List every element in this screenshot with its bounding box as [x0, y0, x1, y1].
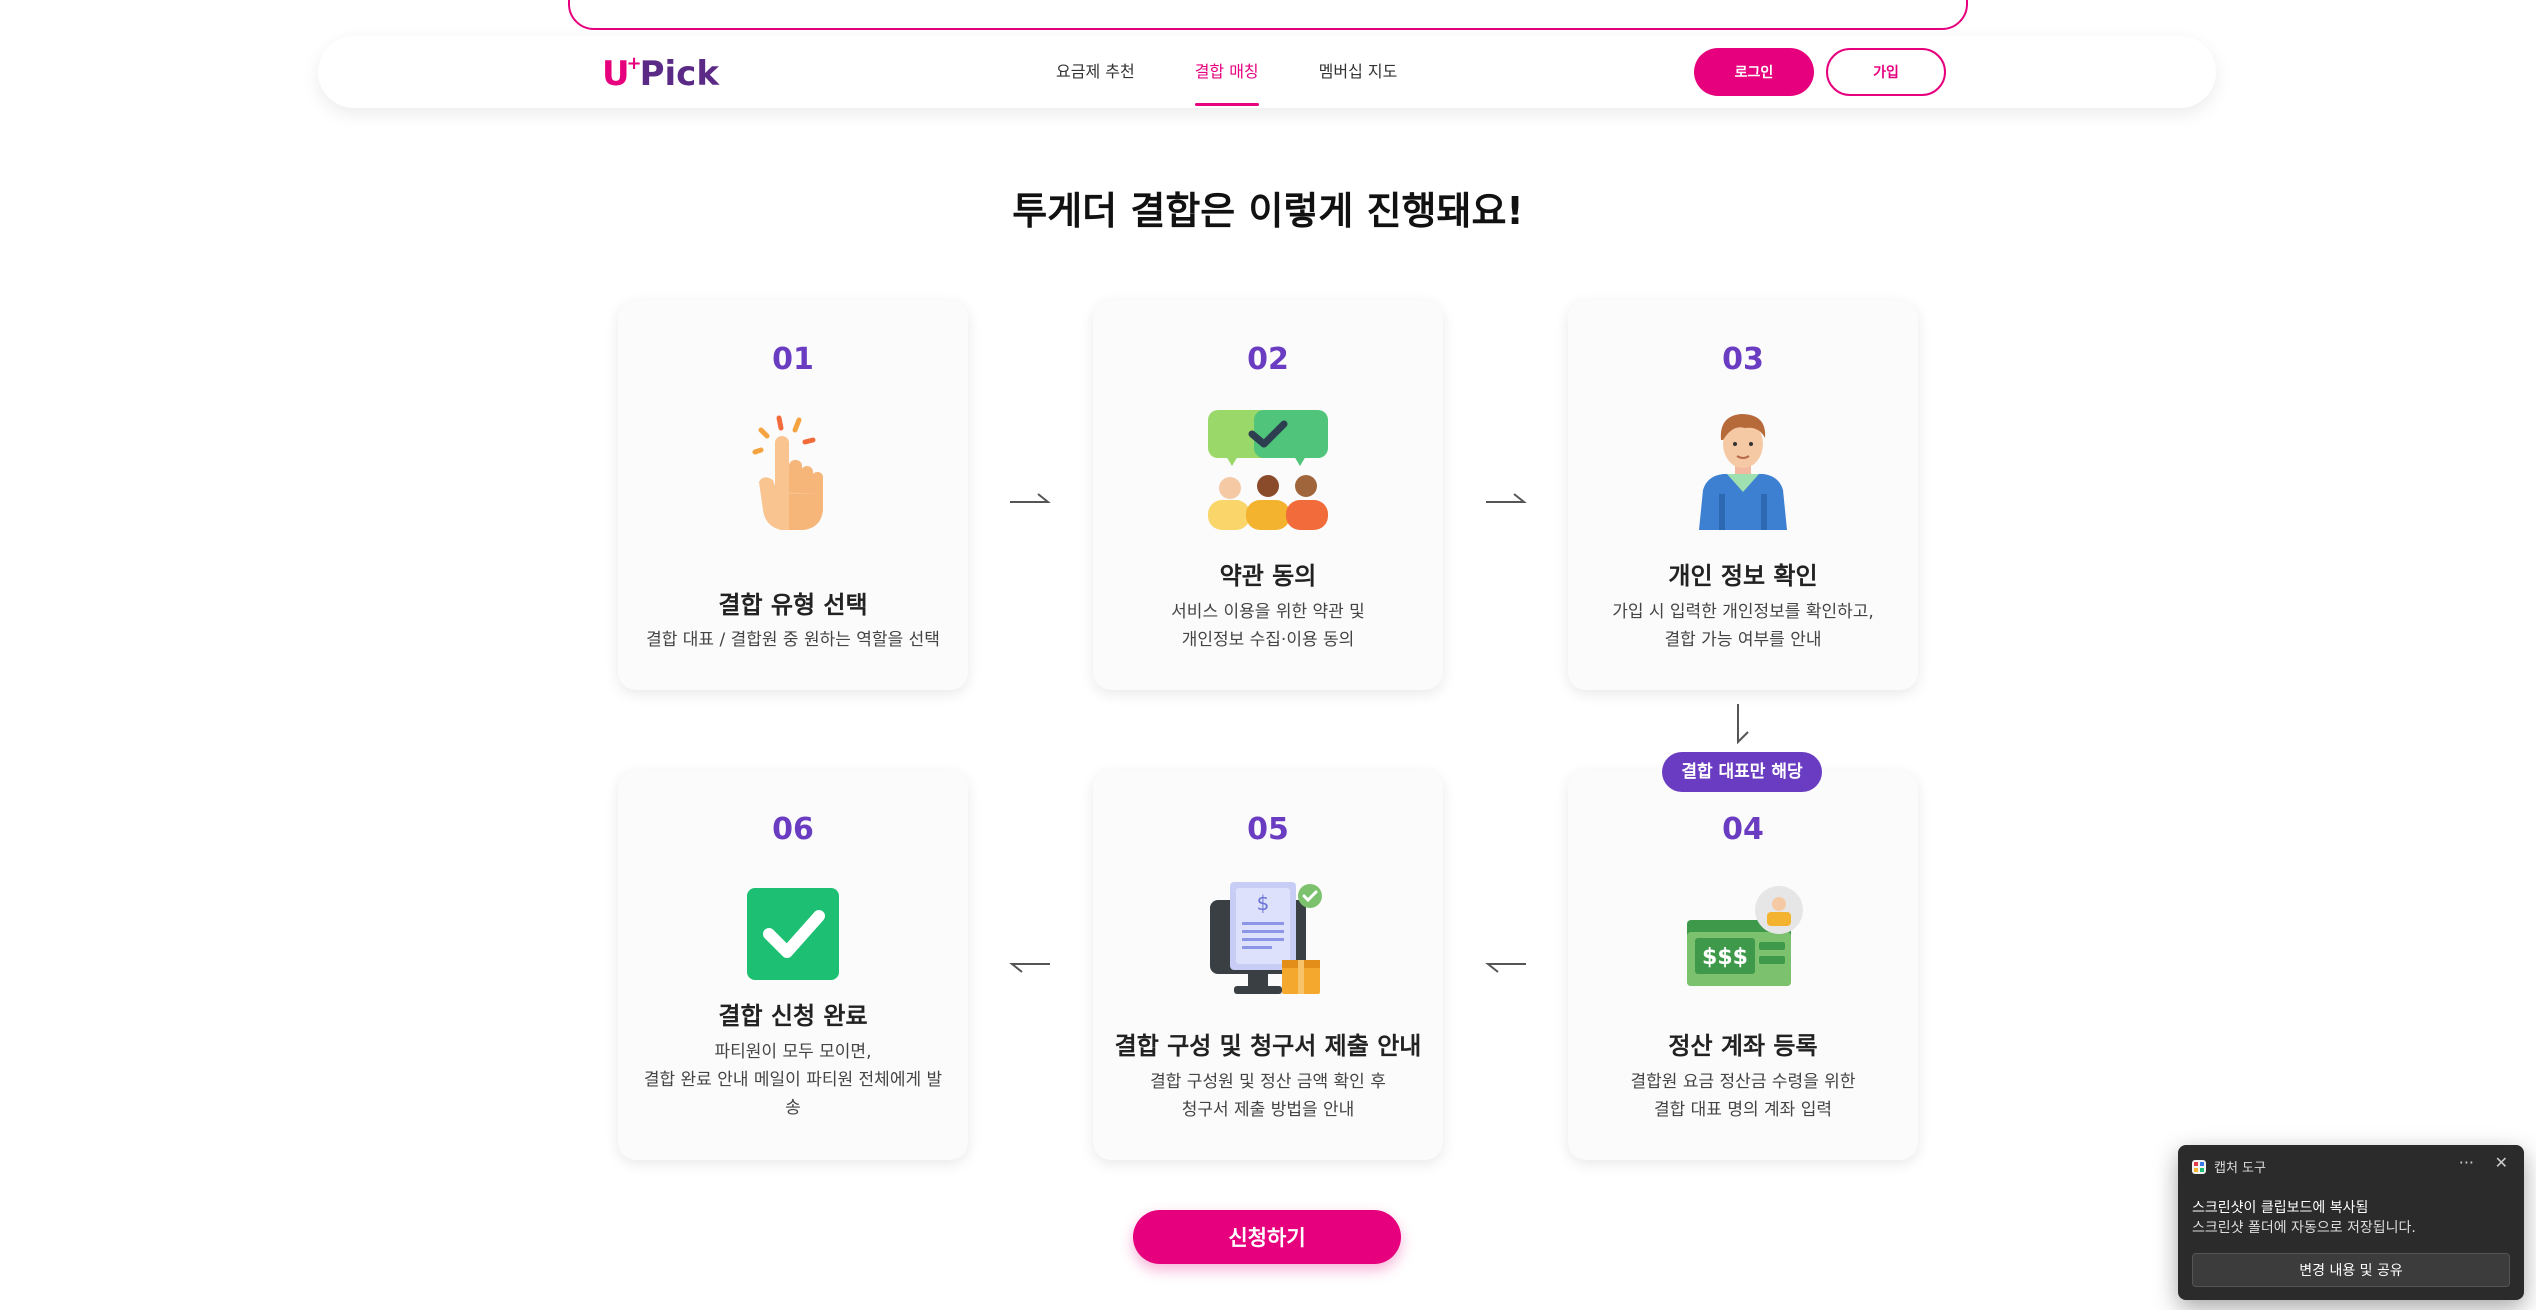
arrow-left-icon [1009, 963, 1050, 973]
nav-item-plan-recommend[interactable]: 요금제 추천 [1056, 36, 1135, 108]
logo-u: U + [602, 53, 642, 94]
step-title: 결합 구성 및 청구서 제출 안내 [1114, 1032, 1422, 1060]
logo-plus: + [626, 53, 642, 74]
invoice-monitor-icon: $ [1210, 882, 1322, 994]
toast-message: 스크린샷이 클립보드에 복사됨 [2192, 1200, 2369, 1216]
step-title: 정산 계좌 등록 [1668, 1032, 1818, 1060]
main-nav: 요금제 추천 결합 매칭 멤버십 지도 [1056, 36, 1397, 108]
step-desc-line: 청구서 제출 방법을 안내 [1181, 1100, 1355, 1120]
step-number: 04 [1722, 812, 1764, 847]
close-icon[interactable]: ✕ [2495, 1153, 2508, 1172]
toast-submessage: 스크린샷 폴더에 자동으로 저장됩니다. [2192, 1220, 2416, 1236]
step-desc-line: 송 [785, 1098, 801, 1118]
step-desc: 결합 대표 / 결합원 중 원하는 역할을 선택 [632, 626, 954, 654]
step-desc-line: 결합 대표 / 결합원 중 원하는 역할을 선택 [646, 630, 940, 650]
step-desc-line: 개인정보 수집·이용 동의 [1181, 630, 1355, 650]
step-desc-line: 서비스 이용을 위한 약관 및 [1171, 602, 1365, 622]
step-title: 결합 신청 완료 [718, 1002, 868, 1030]
svg-text:$: $ [1257, 891, 1270, 915]
step-desc-line: 결합 대표 명의 계좌 입력 [1653, 1100, 1832, 1120]
step-card-03: 03 개인 정보 확인 가입 시 입력한 개인정보를 확인하고, 결합 가능 여… [1568, 300, 1918, 690]
step-desc-line: 파티원이 모두 모이면, [714, 1042, 872, 1062]
leader-only-badge: 결합 대표만 해당 [1662, 752, 1822, 792]
svg-text:$$$: $$$ [1702, 945, 1748, 970]
step-desc: 결합 구성원 및 정산 금액 확인 후 청구서 제출 방법을 안내 [1107, 1068, 1429, 1124]
step-desc: 파티원이 모두 모이면, 결합 완료 안내 메일이 파티원 전체에게 발 송 [632, 1038, 954, 1122]
join-button[interactable]: 가입 [1826, 48, 1946, 96]
toast-header: 캡처 도구 [2192, 1157, 2266, 1176]
money-account-icon: $$$ [1687, 886, 1803, 986]
step-desc: 결합원 요금 정산금 수령을 위한 결합 대표 명의 계좌 입력 [1582, 1068, 1904, 1124]
check-square-icon [747, 888, 839, 980]
group-agree-icon [1208, 410, 1328, 530]
step-card-04: 04 $$$ 정산 계좌 등록 결합원 요금 정산금 수령을 위한 결합 대표 … [1568, 770, 1918, 1160]
step-number: 02 [1247, 342, 1289, 377]
arrow-left-icon [1485, 963, 1526, 973]
step-title: 개인 정보 확인 [1668, 562, 1818, 590]
step-card-06: 06 결합 신청 완료 파티원이 모두 모이면, 결합 완료 안내 메일이 파티… [618, 770, 968, 1160]
step-number: 06 [772, 812, 814, 847]
logo-pick: Pick [639, 54, 719, 94]
person-icon [1699, 414, 1787, 530]
snipping-tool-icon [2192, 1159, 2206, 1174]
search-box-partial[interactable] [568, 0, 1968, 30]
arrow-right-icon [1486, 493, 1527, 503]
step-desc-line: 결합원 요금 정산금 수령을 위한 [1630, 1072, 1856, 1092]
step-number: 03 [1722, 342, 1764, 377]
step-desc-line: 결합 가능 여부를 안내 [1664, 630, 1822, 650]
step-card-05: 05 $ 결합 구성 및 청구서 제출 안내 결합 구성원 및 정산 금액 확인… [1093, 770, 1443, 1160]
step-number: 05 [1247, 812, 1289, 847]
step-desc: 서비스 이용을 위한 약관 및 개인정보 수집·이용 동의 [1107, 598, 1429, 654]
edit-and-share-button[interactable]: 변경 내용 및 공유 [2192, 1253, 2510, 1287]
step-desc: 가입 시 입력한 개인정보를 확인하고, 결합 가능 여부를 안내 [1582, 598, 1904, 654]
step-number: 01 [772, 342, 814, 377]
capture-toast[interactable]: 캡처 도구 ··· ✕ 스크린샷이 클립보드에 복사됨 스크린샷 폴더에 자동으… [2178, 1145, 2524, 1300]
step-desc-line: 결합 구성원 및 정산 금액 확인 후 [1150, 1072, 1386, 1092]
arrow-right-icon [1010, 493, 1051, 503]
login-button[interactable]: 로그인 [1694, 48, 1814, 96]
arrow-down-icon [1737, 704, 1749, 745]
toast-app-name: 캡처 도구 [2214, 1161, 2266, 1176]
header: U + Pick 요금제 추천 결합 매칭 멤버십 지도 로그인 가입 [318, 36, 2216, 108]
step-card-02: 02 약관 동의 서비스 이용을 위한 약관 및 개인정보 수집·이용 동의 [1093, 300, 1443, 690]
step-desc-line: 가입 시 입력한 개인정보를 확인하고, [1612, 602, 1874, 622]
nav-item-membership-map[interactable]: 멤버십 지도 [1319, 36, 1398, 108]
pointing-hand-icon [752, 415, 823, 530]
step-title: 결합 유형 선택 [718, 591, 868, 619]
step-title: 약관 동의 [1219, 562, 1317, 590]
apply-button[interactable]: 신청하기 [1133, 1210, 1401, 1264]
page-title: 투게더 결합은 이렇게 진행돼요! [1012, 189, 1524, 233]
step-card-01: 01 결합 유형 선택 결합 대표 / 결합원 중 원하는 역할을 선택 [618, 300, 968, 690]
nav-item-bundle-matching[interactable]: 결합 매칭 [1194, 36, 1259, 108]
more-options-icon[interactable]: ··· [2459, 1153, 2474, 1172]
logo[interactable]: U + Pick [602, 50, 719, 94]
step-desc-line: 결합 완료 안내 메일이 파티원 전체에게 발 [643, 1070, 943, 1090]
